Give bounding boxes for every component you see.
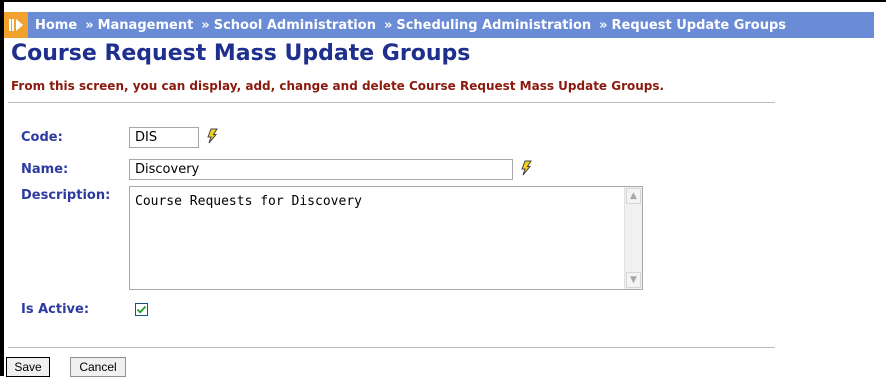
scroll-down-icon[interactable]: ▼ — [626, 272, 641, 288]
name-field[interactable] — [129, 159, 513, 180]
description-label: Description: — [21, 188, 111, 203]
window-top-border — [0, 0, 886, 2]
page-title: Course Request Mass Update Groups — [11, 41, 471, 66]
breadcrumb-home[interactable]: Home — [35, 18, 77, 33]
divider — [8, 347, 775, 348]
window-left-border — [0, 0, 4, 376]
lightning-icon[interactable] — [519, 160, 533, 176]
breadcrumb-management[interactable]: Management — [98, 18, 194, 33]
is-active-checkbox[interactable] — [135, 303, 148, 316]
play-forward-icon[interactable] — [4, 12, 28, 38]
description-textarea-container: Course Requests for Discovery ▲ ▼ — [129, 186, 643, 290]
vertical-scrollbar[interactable]: ▲ ▼ — [624, 187, 642, 289]
code-field[interactable] — [129, 127, 199, 148]
breadcrumb: Home » Management » School Administratio… — [4, 12, 874, 38]
scroll-up-icon[interactable]: ▲ — [626, 188, 641, 204]
breadcrumb-scheduling-administration[interactable]: Scheduling Administration — [396, 18, 591, 33]
cancel-button[interactable]: Cancel — [70, 357, 126, 377]
breadcrumb-separator: » — [85, 17, 94, 33]
checkmark-icon — [136, 305, 147, 314]
breadcrumb-request-update-groups[interactable]: Request Update Groups — [612, 18, 787, 33]
code-label: Code: — [21, 130, 63, 145]
breadcrumb-separator: » — [201, 17, 210, 33]
divider — [8, 102, 775, 103]
breadcrumb-separator: » — [599, 17, 608, 33]
lightning-icon[interactable] — [205, 128, 219, 144]
breadcrumb-school-administration[interactable]: School Administration — [214, 18, 376, 33]
page-subtitle: From this screen, you can display, add, … — [11, 79, 665, 93]
name-label: Name: — [21, 162, 69, 177]
is-active-label: Is Active: — [21, 302, 90, 317]
description-field[interactable]: Course Requests for Discovery — [130, 187, 624, 289]
breadcrumb-links: Home » Management » School Administratio… — [28, 18, 786, 33]
breadcrumb-separator: » — [383, 17, 393, 33]
save-button[interactable]: Save — [6, 357, 50, 377]
